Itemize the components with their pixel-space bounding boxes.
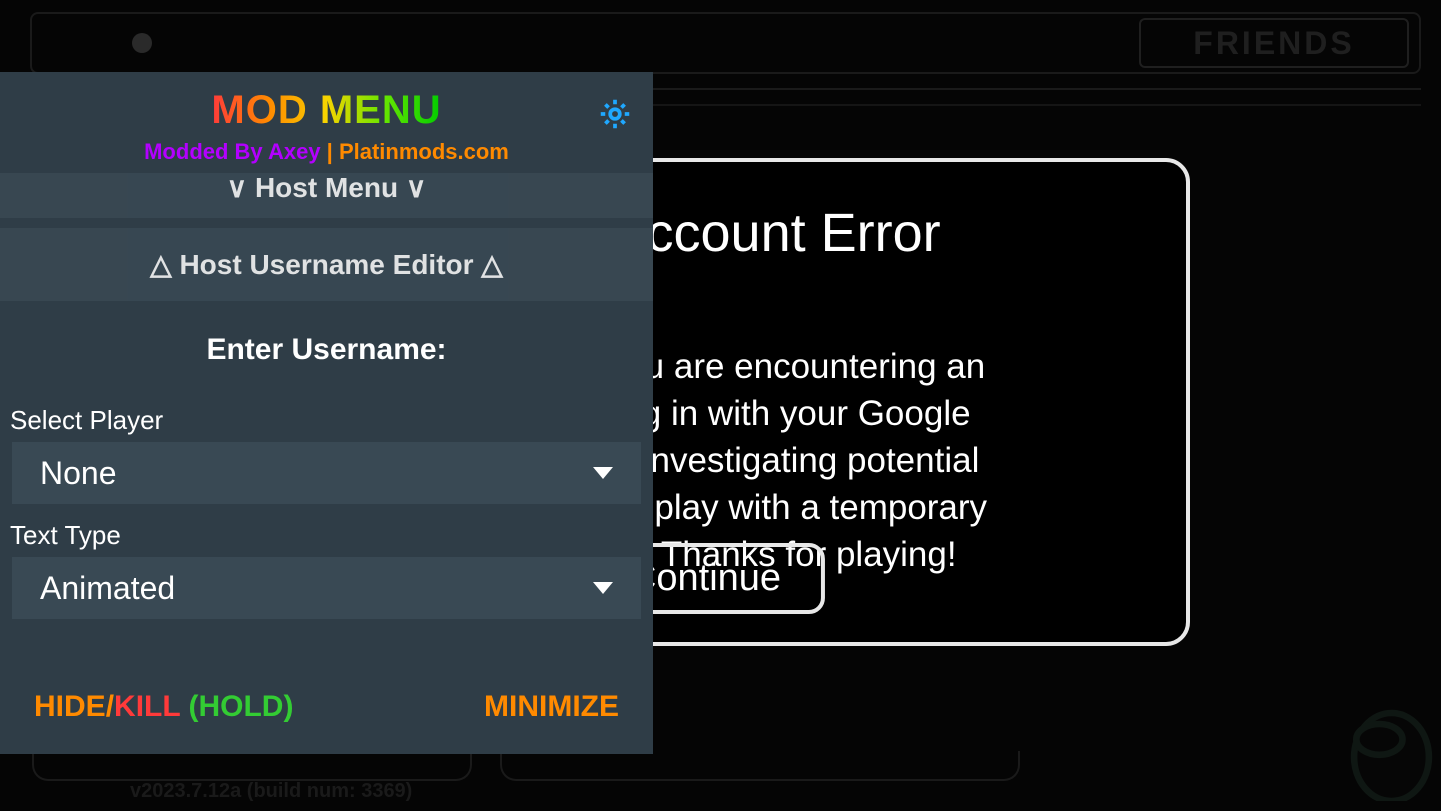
enter-username-label: Enter Username:: [206, 333, 446, 366]
version-text: v2023.7.12a (build num: 3369): [130, 780, 412, 803]
hold-label: (HOLD): [180, 690, 293, 723]
mod-menu-footer: HIDE/KILL (HOLD) MINIMIZE: [0, 672, 653, 754]
panel-border: [500, 751, 1020, 781]
select-player-value: None: [40, 455, 117, 492]
subtitle-site: Platinmods.com: [339, 139, 509, 164]
minimize-label: MINIMIZE: [484, 690, 619, 723]
section-host-username-editor-label: △ Host Username Editor △: [150, 249, 503, 280]
top-bar: FRIENDS: [30, 12, 1421, 74]
mod-menu-title: MOD MENU: [211, 88, 441, 133]
mod-menu-subtitle: Modded By Axey | Platinmods.com: [20, 139, 633, 165]
kill-label: KILL: [114, 690, 180, 723]
section-host-username-editor[interactable]: △ Host Username Editor △: [0, 228, 653, 301]
chevron-down-icon: [593, 467, 613, 479]
text-type-label: Text Type: [10, 520, 653, 551]
chevron-down-icon: [593, 582, 613, 594]
settings-button[interactable]: [595, 96, 635, 136]
text-type-value: Animated: [40, 570, 175, 607]
gear-icon: [597, 96, 633, 132]
section-host-menu-label: ∨ Host Menu ∨: [227, 173, 427, 203]
mod-menu-scroll-area[interactable]: ∨ Host Menu ∨ △ Host Username Editor △ E…: [0, 173, 653, 672]
section-host-menu[interactable]: ∨ Host Menu ∨: [0, 173, 653, 218]
friends-button-label: FRIENDS: [1193, 25, 1354, 62]
subtitle-sep: |: [321, 139, 339, 164]
select-player-label: Select Player: [10, 405, 653, 436]
slash-label: /: [106, 690, 114, 723]
top-bar-indicator-icon: [132, 33, 152, 53]
enter-username-button[interactable]: Enter Username:: [0, 333, 653, 367]
mod-menu-panel: MOD MENU Modded By Axey | Platinmods.com…: [0, 72, 653, 754]
friends-button[interactable]: FRIENDS: [1139, 18, 1409, 68]
select-player-dropdown[interactable]: None: [12, 442, 641, 504]
hide-kill-button[interactable]: HIDE/KILL (HOLD): [34, 690, 293, 724]
text-type-dropdown[interactable]: Animated: [12, 557, 641, 619]
mod-menu-header: MOD MENU Modded By Axey | Platinmods.com: [0, 72, 653, 173]
crewmate-icon: [1331, 691, 1441, 801]
minimize-button[interactable]: MINIMIZE: [484, 690, 619, 724]
hide-label: HIDE: [34, 690, 106, 723]
subtitle-author: Modded By Axey: [144, 139, 320, 164]
panel-border: [32, 751, 472, 781]
